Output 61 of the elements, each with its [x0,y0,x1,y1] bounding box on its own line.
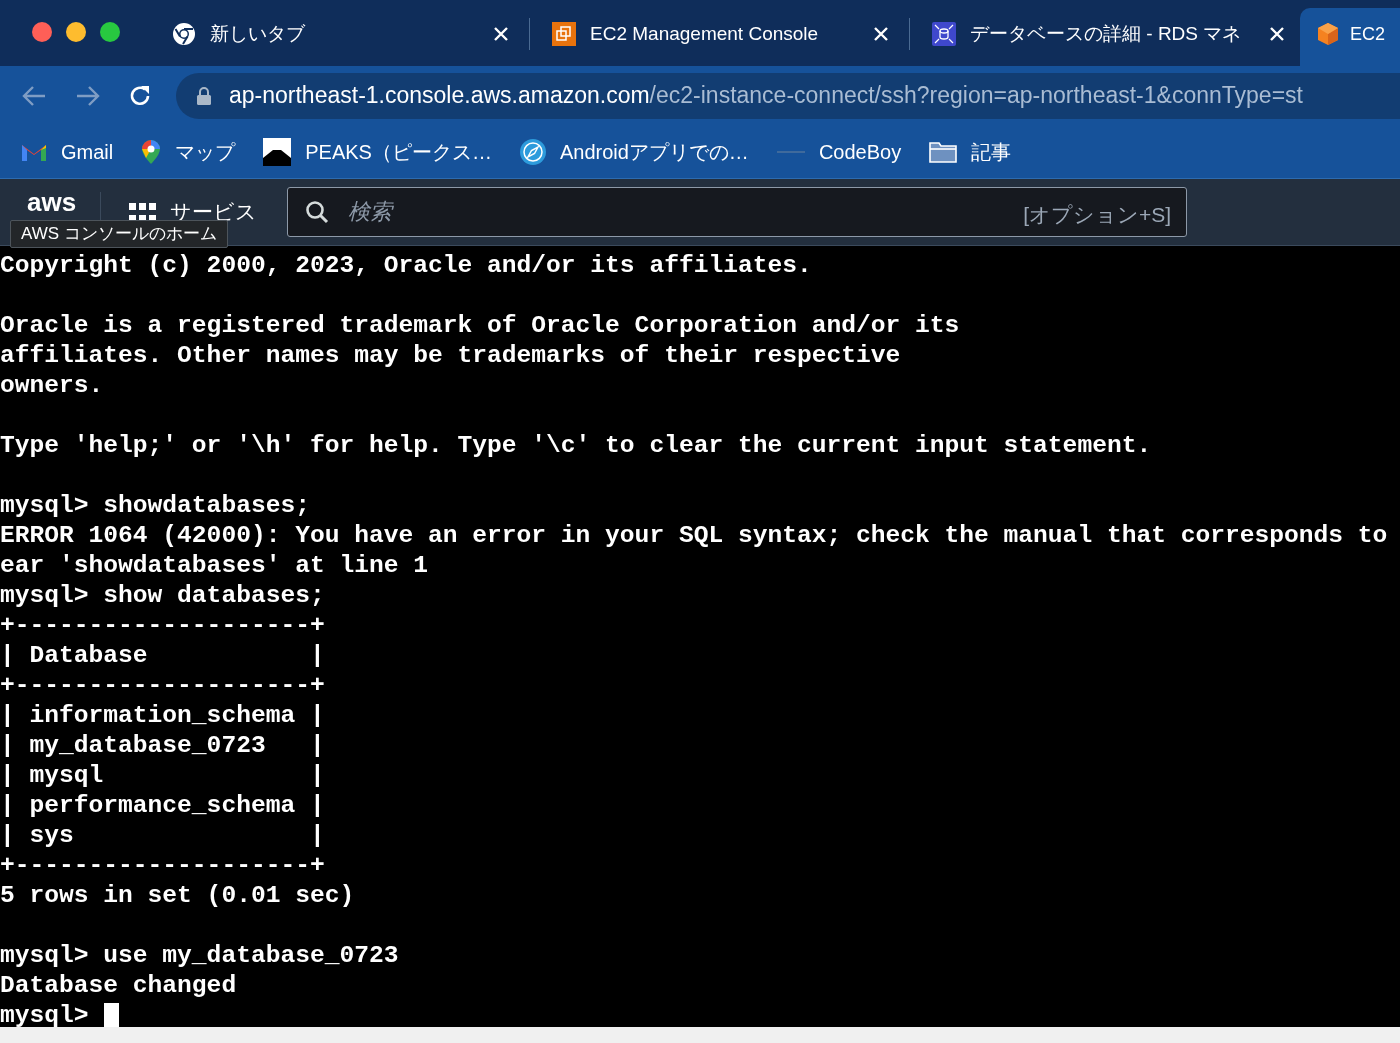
search-icon [305,200,330,224]
terminal-line: | my_database_0723 | [0,731,325,761]
aws-logo[interactable]: aws [27,189,77,215]
bookmark[interactable]: 記事 [929,131,1012,172]
tab-title: EC2 [1350,22,1385,46]
folder-icon [929,140,958,163]
minimize-window-icon [66,22,86,42]
browser-logo-icon [172,22,196,46]
tab-title: 新しいタブ [210,21,305,46]
terminal-line: | Database | [0,641,325,671]
browser-tab[interactable]: EC2 [1300,8,1400,66]
terminal-line: | information_schema | [0,701,325,731]
address-bar[interactable]: ap-northeast-1.console.aws.amazon.com/ec2-instance-connect/ssh?region=ap-northeast-1&connType=st [176,72,1400,119]
terminal-line: +--------------------+ [0,851,325,881]
shortcut-hint: [オプション+S] [1023,202,1172,228]
bookmark-label: Gmail [61,139,114,165]
terminal-line: Database changed [0,971,237,1001]
terminal-line: mysql> showdatabases; [0,491,310,521]
lock-icon [196,85,212,106]
terminal-line: owners. [0,371,104,401]
ec2-icon [552,22,576,46]
bookmark[interactable]: Gmail [21,131,114,172]
bookmark[interactable]: Androidアプリでの… [519,131,749,172]
terminal-line: | mysql | [0,761,325,791]
tooltip: AWS コンソールのホーム [10,220,228,248]
terminal-line: 5 rows in set (0.01 sec) [0,881,355,911]
terminal-line: mysql> use my_database_0723 [0,941,399,971]
tab-title: データベースの詳細 - RDS マネ [970,21,1242,46]
terminal-line: ERROR 1064 (42000): You have an error in your SQL syntax; check the manual that corresponds to [0,521,1388,551]
browser-tab[interactable]: 新しいタブ [160,8,540,66]
terminal-prompt: mysql> [0,1001,89,1027]
tab-title: EC2 Management Console [590,21,819,46]
bookmark-label: PEAKS（ピークス… [305,139,492,165]
bookmark[interactable]: CodeBoy [776,131,902,172]
compass-icon [519,138,546,165]
terminal-line: affiliates. Other names may be trademarks of their respective [0,341,901,371]
database-icon [932,22,956,46]
bookmark-label: CodeBoy [818,139,902,165]
bookmark[interactable]: PEAKS（ピークス… [263,131,492,172]
mountain-logo-icon [263,137,292,166]
terminal-line: Copyright (c) 2000, 2023, Oracle and/or its affiliates. [0,251,812,281]
bookmark-label: マップ [175,139,236,165]
bookmark-label: Androidアプリでの… [559,139,749,165]
terminal-line: ear 'showdatabases' at line 1 [0,551,428,581]
terminal-line: Type 'help;' or '\h' for help. Type '\c' to clear the current input statement. [0,431,1152,461]
url-text: ap-northeast-1.console.aws.amazon.com/ec2-instance-connect/ssh?region=ap-northeast-1&connType=st [229,81,1303,111]
cube-icon [1316,22,1340,46]
browser-tab[interactable]: EC2 Management Console [540,8,920,66]
map-pin-icon [141,138,162,165]
terminal-line: +--------------------+ [0,611,325,641]
grid-icon [129,202,157,222]
bookmark-label: 記事 [971,139,1012,165]
terminal-line: Oracle is a registered trademark of Oracle Corporation and/or its [0,311,960,341]
terminal-line: mysql> show databases; [0,581,325,611]
terminal-line: | sys | [0,821,325,851]
terminal-line: | performance_schema | [0,791,325,821]
text-cursor [103,1002,119,1027]
terminal-line: +--------------------+ [0,671,325,701]
bookmark[interactable]: マップ [141,131,236,172]
maximize-window-icon [100,22,120,42]
close-window-icon [32,22,52,42]
